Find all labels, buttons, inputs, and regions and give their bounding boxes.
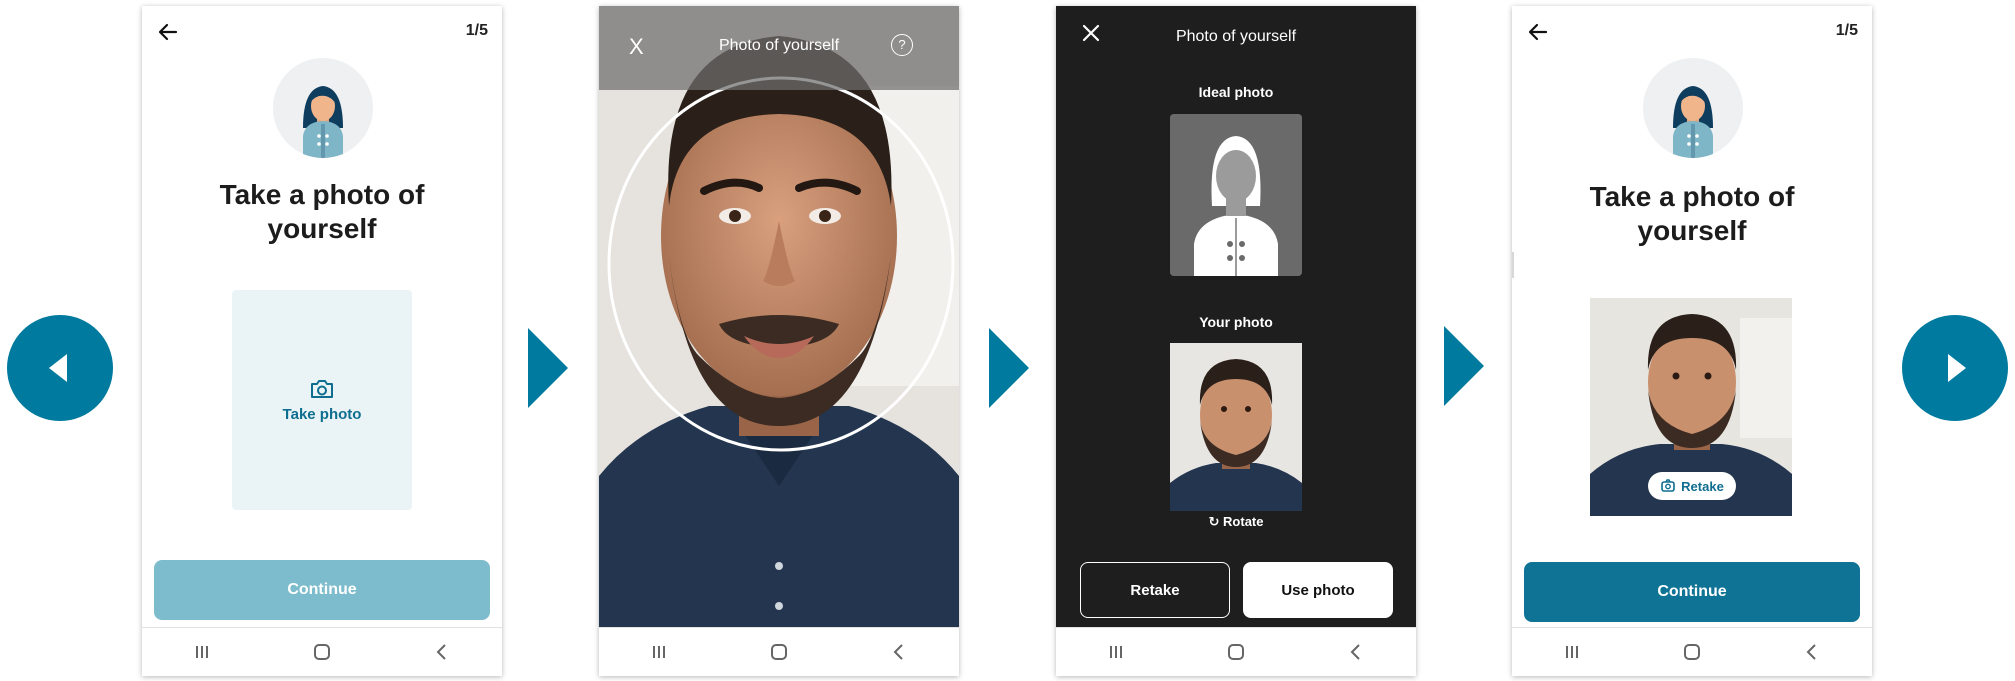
chevron-right-icon — [1948, 354, 1966, 382]
recents-icon — [1110, 646, 1122, 658]
screen-camera-viewfinder: X Photo of yourself ? — [599, 6, 959, 676]
rotate-button[interactable]: ↻ Rotate — [1056, 514, 1416, 530]
step-indicator: 1/5 — [465, 22, 488, 39]
home-button[interactable] — [1206, 632, 1266, 672]
page-title: Take a photo of yourself — [1532, 180, 1852, 248]
back-arrow-icon[interactable] — [1526, 20, 1550, 44]
home-button[interactable] — [292, 632, 352, 672]
system-back-button[interactable] — [1782, 632, 1842, 672]
recents-button[interactable] — [172, 632, 232, 672]
use-photo-button[interactable]: Use photo — [1243, 562, 1393, 618]
rotate-icon: ↻ — [1208, 514, 1220, 529]
review-title: Photo of yourself — [1175, 28, 1297, 45]
recents-icon — [653, 646, 665, 658]
system-nav-bar — [1056, 627, 1416, 676]
person-icon — [1673, 86, 1713, 158]
home-button[interactable] — [1662, 632, 1722, 672]
page-title-line2: yourself — [267, 213, 377, 244]
retake-chip[interactable]: Retake — [1648, 472, 1736, 500]
retake-button[interactable]: Retake — [1080, 562, 1230, 618]
camera-header: X Photo of yourself ? — [599, 6, 959, 90]
carousel-next-button[interactable] — [1902, 315, 2008, 421]
camera-feed-image — [599, 6, 959, 628]
back-icon — [436, 644, 446, 660]
silhouette-icon — [1170, 114, 1302, 276]
camera-icon — [311, 379, 333, 398]
home-icon — [314, 644, 330, 660]
divider — [1512, 252, 1514, 278]
captured-photo-preview: Retake — [1590, 298, 1792, 516]
carousel-prev-button[interactable] — [7, 315, 113, 421]
recents-icon — [196, 646, 208, 658]
take-photo-button[interactable]: Take photo — [232, 290, 412, 510]
avatar-illustration — [273, 58, 373, 158]
home-button[interactable] — [749, 632, 809, 672]
system-nav-bar — [1512, 627, 1872, 676]
take-photo-label: Take photo — [282, 405, 362, 423]
back-icon — [893, 644, 903, 660]
help-button[interactable]: ? — [891, 34, 913, 56]
page-title-line2: yourself — [1637, 215, 1747, 246]
retake-chip-label: Retake — [1681, 478, 1724, 494]
ideal-photo-label: Ideal photo — [1198, 84, 1274, 100]
step-arrow-icon — [528, 328, 568, 408]
system-nav-bar — [142, 627, 502, 676]
avatar-illustration — [1643, 58, 1743, 158]
step-indicator: 1/5 — [1835, 22, 1858, 39]
recents-button[interactable] — [1086, 632, 1146, 672]
continue-button-disabled[interactable]: Continue — [154, 560, 490, 620]
page-title: Take a photo of yourself — [162, 178, 482, 246]
recents-button[interactable] — [629, 632, 689, 672]
screen-take-photo-empty: 1/5 Take a photo of yourself Take photo … — [142, 6, 502, 676]
home-icon — [1684, 644, 1700, 660]
your-photo-thumbnail — [1170, 343, 1302, 511]
system-nav-bar — [599, 627, 959, 676]
home-icon — [771, 644, 787, 660]
page-title-line1: Take a photo of — [219, 179, 425, 210]
screen-take-photo-filled: 1/5 Take a photo of yourself Retake Cont… — [1512, 6, 1872, 676]
ideal-photo-example — [1170, 114, 1302, 276]
recents-icon — [1566, 646, 1578, 658]
system-back-button[interactable] — [412, 632, 472, 672]
back-icon — [1350, 644, 1360, 660]
person-icon — [303, 86, 343, 158]
back-arrow-icon[interactable] — [156, 20, 180, 44]
back-icon — [1806, 644, 1816, 660]
system-back-button[interactable] — [1326, 632, 1386, 672]
camera-retake-icon — [1661, 479, 1675, 492]
page-title-line1: Take a photo of — [1589, 181, 1795, 212]
your-photo-label: Your photo — [1199, 314, 1273, 330]
rotate-label: Rotate — [1223, 514, 1264, 529]
home-icon — [1228, 644, 1244, 660]
chevron-left-icon — [49, 354, 67, 382]
step-arrow-icon — [1444, 326, 1484, 406]
system-back-button[interactable] — [869, 632, 929, 672]
recents-button[interactable] — [1542, 632, 1602, 672]
screen-photo-review: Photo of yourself Ideal photo Your photo… — [1056, 6, 1416, 676]
step-arrow-icon — [989, 328, 1029, 408]
continue-button[interactable]: Continue — [1524, 562, 1860, 622]
